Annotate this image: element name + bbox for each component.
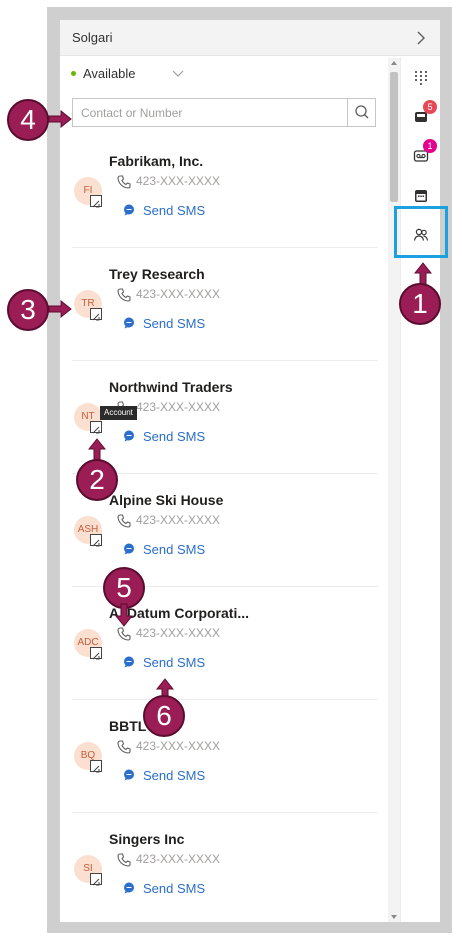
app-title: Solgari xyxy=(72,30,113,45)
account-tooltip: Account xyxy=(100,406,137,420)
search-icon xyxy=(355,105,369,119)
chat-bubble-icon xyxy=(124,656,134,668)
contacts-tab-highlight xyxy=(394,206,448,258)
account-icon[interactable] xyxy=(90,421,102,434)
callout-number: 2 xyxy=(89,464,105,495)
contact-name: Alpine Ski House xyxy=(109,492,224,508)
dialpad-icon xyxy=(415,71,427,85)
inbox-count-badge: 5 xyxy=(423,100,437,114)
phone-number[interactable]: 423-XXX-XXXX xyxy=(136,287,220,301)
callout-4: 4 xyxy=(7,99,49,141)
presence-dot xyxy=(71,71,76,76)
voicemail-button[interactable]: 1 xyxy=(406,139,437,171)
voicemail-count-badge: 1 xyxy=(423,139,437,153)
callout-number: 6 xyxy=(156,700,172,731)
callout-number: 1 xyxy=(412,288,428,319)
titlebar: Solgari xyxy=(60,20,440,56)
phone-number[interactable]: 423-XXX-XXXX xyxy=(136,400,220,414)
chevron-right-icon[interactable] xyxy=(414,29,428,47)
chat-bubble-icon xyxy=(124,769,134,781)
presence-status: Available xyxy=(83,66,136,81)
list-item[interactable]: BBTL BQ 423-XXX-XXXX Send SMS xyxy=(72,700,378,813)
phone-icon[interactable] xyxy=(117,288,131,302)
account-icon[interactable] xyxy=(90,195,102,208)
send-sms-link[interactable]: Send SMS xyxy=(143,429,205,444)
callout-arrow-right xyxy=(48,110,72,128)
callout-1: 1 xyxy=(399,283,441,325)
callout-6: 6 xyxy=(143,695,185,737)
account-icon[interactable] xyxy=(90,308,102,321)
side-rail: 5 1 xyxy=(400,57,440,922)
contact-name: Singers Inc xyxy=(109,831,185,847)
phone-icon[interactable] xyxy=(117,514,131,528)
inbox-button[interactable]: 5 xyxy=(406,100,437,132)
send-sms-link[interactable]: Send SMS xyxy=(143,655,205,670)
phone-icon[interactable] xyxy=(117,740,131,754)
callout-2: 2 xyxy=(76,459,118,501)
phone-icon[interactable] xyxy=(117,853,131,867)
contact-name: Northwind Traders xyxy=(109,379,233,395)
phone-icon[interactable] xyxy=(117,627,131,641)
phone-number[interactable]: 423-XXX-XXXX xyxy=(136,852,220,866)
send-sms-link[interactable]: Send SMS xyxy=(143,542,205,557)
presence-selector[interactable]: Available xyxy=(60,57,388,93)
account-icon[interactable] xyxy=(90,647,102,660)
list-item[interactable]: Trey Research TR 423-XXX-XXXX Send SMS xyxy=(72,248,378,361)
list-item[interactable]: Fabrikam, Inc. FI 423-XXX-XXXX Send SMS xyxy=(72,135,378,248)
callout-number: 5 xyxy=(116,572,132,603)
chat-bubble-icon xyxy=(124,204,134,216)
contact-name: Trey Research xyxy=(109,266,205,282)
search-button[interactable] xyxy=(347,99,375,126)
scroll-down-icon[interactable] xyxy=(391,914,397,920)
callout-number: 4 xyxy=(20,104,36,135)
callout-number: 3 xyxy=(20,294,36,325)
phone-number[interactable]: 423-XXX-XXXX xyxy=(136,739,220,753)
chat-bubble-icon xyxy=(124,430,134,442)
send-sms-link[interactable]: Send SMS xyxy=(143,203,205,218)
phone-number[interactable]: 423-XXX-XXXX xyxy=(136,626,220,640)
account-icon[interactable] xyxy=(90,760,102,773)
contact-name: Fabrikam, Inc. xyxy=(109,153,204,169)
callout-arrow-down xyxy=(115,603,133,627)
scroll-up-icon[interactable] xyxy=(391,60,397,66)
send-sms-link[interactable]: Send SMS xyxy=(143,768,205,783)
account-icon[interactable] xyxy=(90,873,102,886)
contact-name: BBTL xyxy=(109,718,147,734)
callout-arrow-right xyxy=(48,300,72,318)
search-input[interactable] xyxy=(81,102,343,123)
chat-bubble-icon xyxy=(124,543,134,555)
chat-bubble-icon xyxy=(124,317,134,329)
chat-bubble-icon xyxy=(124,882,134,894)
phone-number[interactable]: 423-XXX-XXXX xyxy=(136,513,220,527)
phone-number[interactable]: 423-XXX-XXXX xyxy=(136,174,220,188)
scrollbar-thumb[interactable] xyxy=(390,72,398,202)
scrollbar[interactable] xyxy=(388,58,400,922)
dialpad-button[interactable] xyxy=(406,63,436,93)
calendar-icon xyxy=(415,190,427,202)
send-sms-link[interactable]: Send SMS xyxy=(143,881,205,896)
solgari-panel: Solgari Available Fabrikam, Inc. FI 423-… xyxy=(60,20,440,922)
account-icon[interactable] xyxy=(90,534,102,547)
chevron-down-icon[interactable] xyxy=(172,67,184,79)
search-box xyxy=(72,98,376,127)
callout-3: 3 xyxy=(7,289,49,331)
send-sms-link[interactable]: Send SMS xyxy=(143,316,205,331)
list-item[interactable]: Singers Inc SI 423-XXX-XXXX Send SMS xyxy=(72,813,378,926)
phone-icon[interactable] xyxy=(117,175,131,189)
